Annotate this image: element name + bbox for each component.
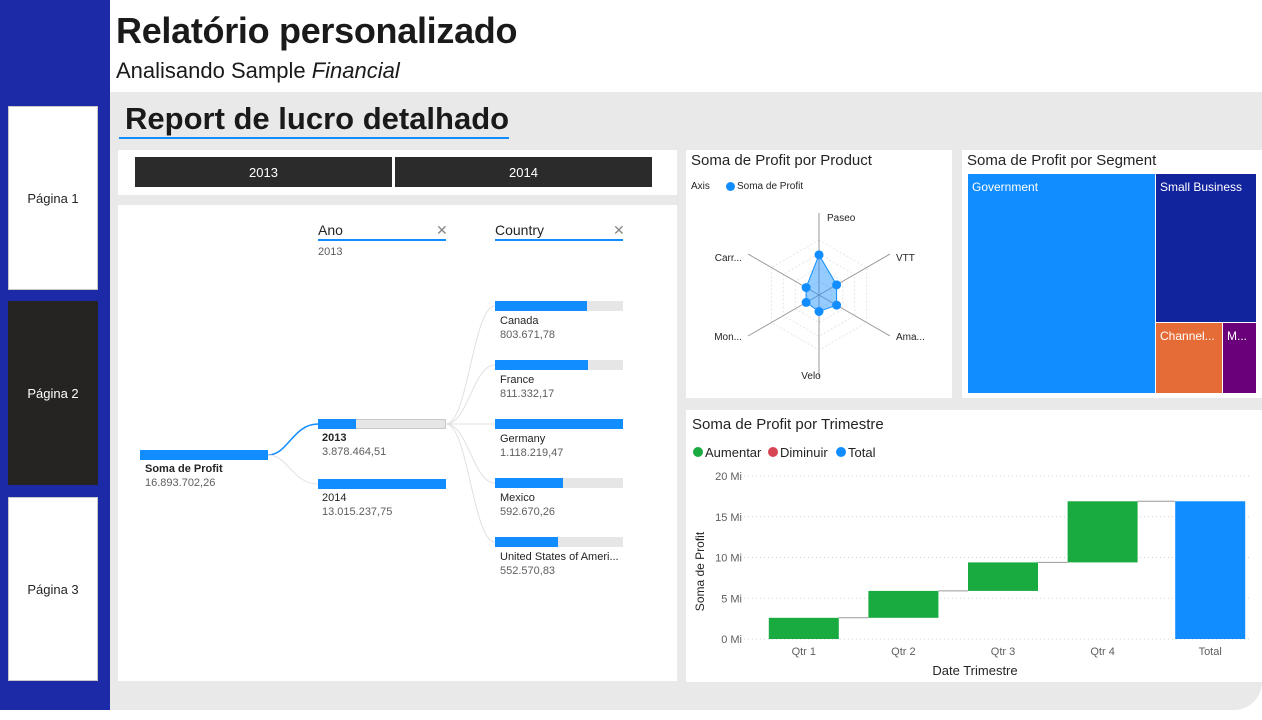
radar-chart: Paseo VTT Ama... Velo Mon... Carr... xyxy=(714,213,925,382)
x-tick-label: Qtr 1 xyxy=(792,646,816,658)
slicer-option-2014[interactable]: 2014 xyxy=(395,157,652,187)
radar-point xyxy=(832,300,842,310)
waterfall-step-bar xyxy=(1067,501,1138,563)
page-title: Relatório personalizado xyxy=(116,10,518,51)
root-bar[interactable] xyxy=(140,450,268,460)
country-value: 552.570,83 xyxy=(500,565,556,577)
radar-category-label: Mon... xyxy=(714,332,742,343)
subtitle-text: Analisando Sample xyxy=(116,58,312,83)
waterfall-total-bar xyxy=(1175,501,1246,639)
year-bar[interactable] xyxy=(318,479,446,489)
root-value: 16.893.702,26 xyxy=(145,477,216,489)
waterfall-chart: 0 Mi 5 Mi 10 Mi 15 Mi 20 Mi Qtr 1 Qtr 2 Qtr 3 Qt… xyxy=(693,471,1252,678)
year-label: 2013 xyxy=(322,432,347,444)
page-3-button[interactable]: Página 3 xyxy=(8,497,98,681)
y-tick-label: 15 Mi xyxy=(715,512,742,524)
waterfall-step-bar xyxy=(768,617,839,639)
treemap-tile-small-business[interactable]: Small Business xyxy=(1156,174,1256,322)
legend-increase: Aumentar xyxy=(705,445,762,460)
legend-dot-icon xyxy=(836,447,846,457)
legend-dot-icon xyxy=(768,447,778,457)
radar-series-area xyxy=(805,253,838,313)
country-bar[interactable] xyxy=(495,360,588,370)
radar-category-label: Ama... xyxy=(896,332,925,343)
radar-category-label: Velo xyxy=(801,371,821,382)
country-label: Mexico xyxy=(500,492,535,504)
legend-total: Total xyxy=(848,445,876,460)
report-title: Report de lucro detalhado xyxy=(125,101,510,136)
country-label: Germany xyxy=(500,433,546,445)
radar-category-label: VTT xyxy=(896,253,915,264)
radar-chart-title: Soma de Profit por Product xyxy=(691,152,872,169)
radar-point xyxy=(814,250,824,260)
connector-2013-country xyxy=(445,305,496,425)
radar-category-label: Carr... xyxy=(715,253,742,264)
connector-2013-country xyxy=(445,364,496,425)
country-value: 592.670,26 xyxy=(500,506,556,518)
x-tick-label: Qtr 3 xyxy=(991,646,1015,658)
x-tick-label: Qtr 4 xyxy=(1090,646,1114,658)
y-axis-title: Soma de Profit xyxy=(693,531,707,611)
treemap-tile-label: Government xyxy=(972,180,1039,194)
year-value: 13.015.237,75 xyxy=(322,506,393,518)
radar-point xyxy=(814,307,824,316)
x-tick-label: Qtr 2 xyxy=(891,646,915,658)
page-2-button[interactable]: Página 2 xyxy=(8,301,98,485)
x-tick-label: Total xyxy=(1199,646,1222,658)
treemap-tile-m[interactable]: M... xyxy=(1223,323,1256,393)
treemap-tile-channel[interactable]: Channel... xyxy=(1156,323,1222,393)
tree-connectors xyxy=(267,305,496,543)
treemap-tile-label: Channel... xyxy=(1160,329,1215,343)
report-title-underline xyxy=(119,137,509,139)
waterfall-step-bar xyxy=(868,590,939,618)
connector-root-2014 xyxy=(267,454,319,485)
legend-decrease: Diminuir xyxy=(780,445,828,460)
year-bar[interactable] xyxy=(318,419,356,429)
country-bar[interactable] xyxy=(495,537,558,547)
country-label: United States of Ameri... xyxy=(500,551,619,563)
y-tick-label: 5 Mi xyxy=(721,593,742,605)
treemap-tile-label: Small Business xyxy=(1160,180,1243,194)
connector-2013-country xyxy=(445,423,496,484)
subtitle-italic-text: Financial xyxy=(311,58,400,83)
slicer-option-2013[interactable]: 2013 xyxy=(135,157,392,187)
country-value: 1.118.219,47 xyxy=(500,447,564,459)
legend-dot-icon xyxy=(726,182,735,191)
year-value: 3.878.464,51 xyxy=(322,446,387,458)
legend-dot-icon xyxy=(693,447,703,457)
y-tick-label: 10 Mi xyxy=(715,553,742,565)
connector-2013-country xyxy=(445,423,496,543)
page-1-button[interactable]: Página 1 xyxy=(8,106,98,290)
radar-point xyxy=(801,297,811,307)
connector-root-2013 xyxy=(267,423,319,456)
y-tick-label: 20 Mi xyxy=(715,471,742,483)
y-tick-label: 0 Mi xyxy=(721,634,742,646)
x-axis-title: Date Trimestre xyxy=(932,663,1017,678)
country-bar[interactable] xyxy=(495,301,587,311)
waterfall-step-bar xyxy=(968,562,1038,591)
year-label: 2014 xyxy=(322,492,347,504)
root-label: Soma de Profit xyxy=(145,463,223,475)
country-bar[interactable] xyxy=(495,478,563,488)
country-value: 811.332,17 xyxy=(500,388,555,400)
radar-legend-series: Soma de Profit xyxy=(737,181,804,192)
country-label: Canada xyxy=(500,315,539,327)
country-label: France xyxy=(500,374,535,386)
radar-point xyxy=(832,280,842,290)
page-subtitle: Analisando Sample Financial xyxy=(116,58,400,84)
radar-legend-axis: Axis xyxy=(691,181,710,192)
radar-point xyxy=(801,283,811,293)
treemap-tile-government[interactable]: Government xyxy=(968,174,1155,393)
radar-category-label: Paseo xyxy=(827,213,856,224)
country-value: 803.671,78 xyxy=(500,329,556,341)
country-bar[interactable] xyxy=(495,419,623,429)
treemap-title: Soma de Profit por Segment xyxy=(967,152,1157,169)
treemap-tile-label: M... xyxy=(1227,329,1247,343)
waterfall-title: Soma de Profit por Trimestre xyxy=(692,416,884,433)
